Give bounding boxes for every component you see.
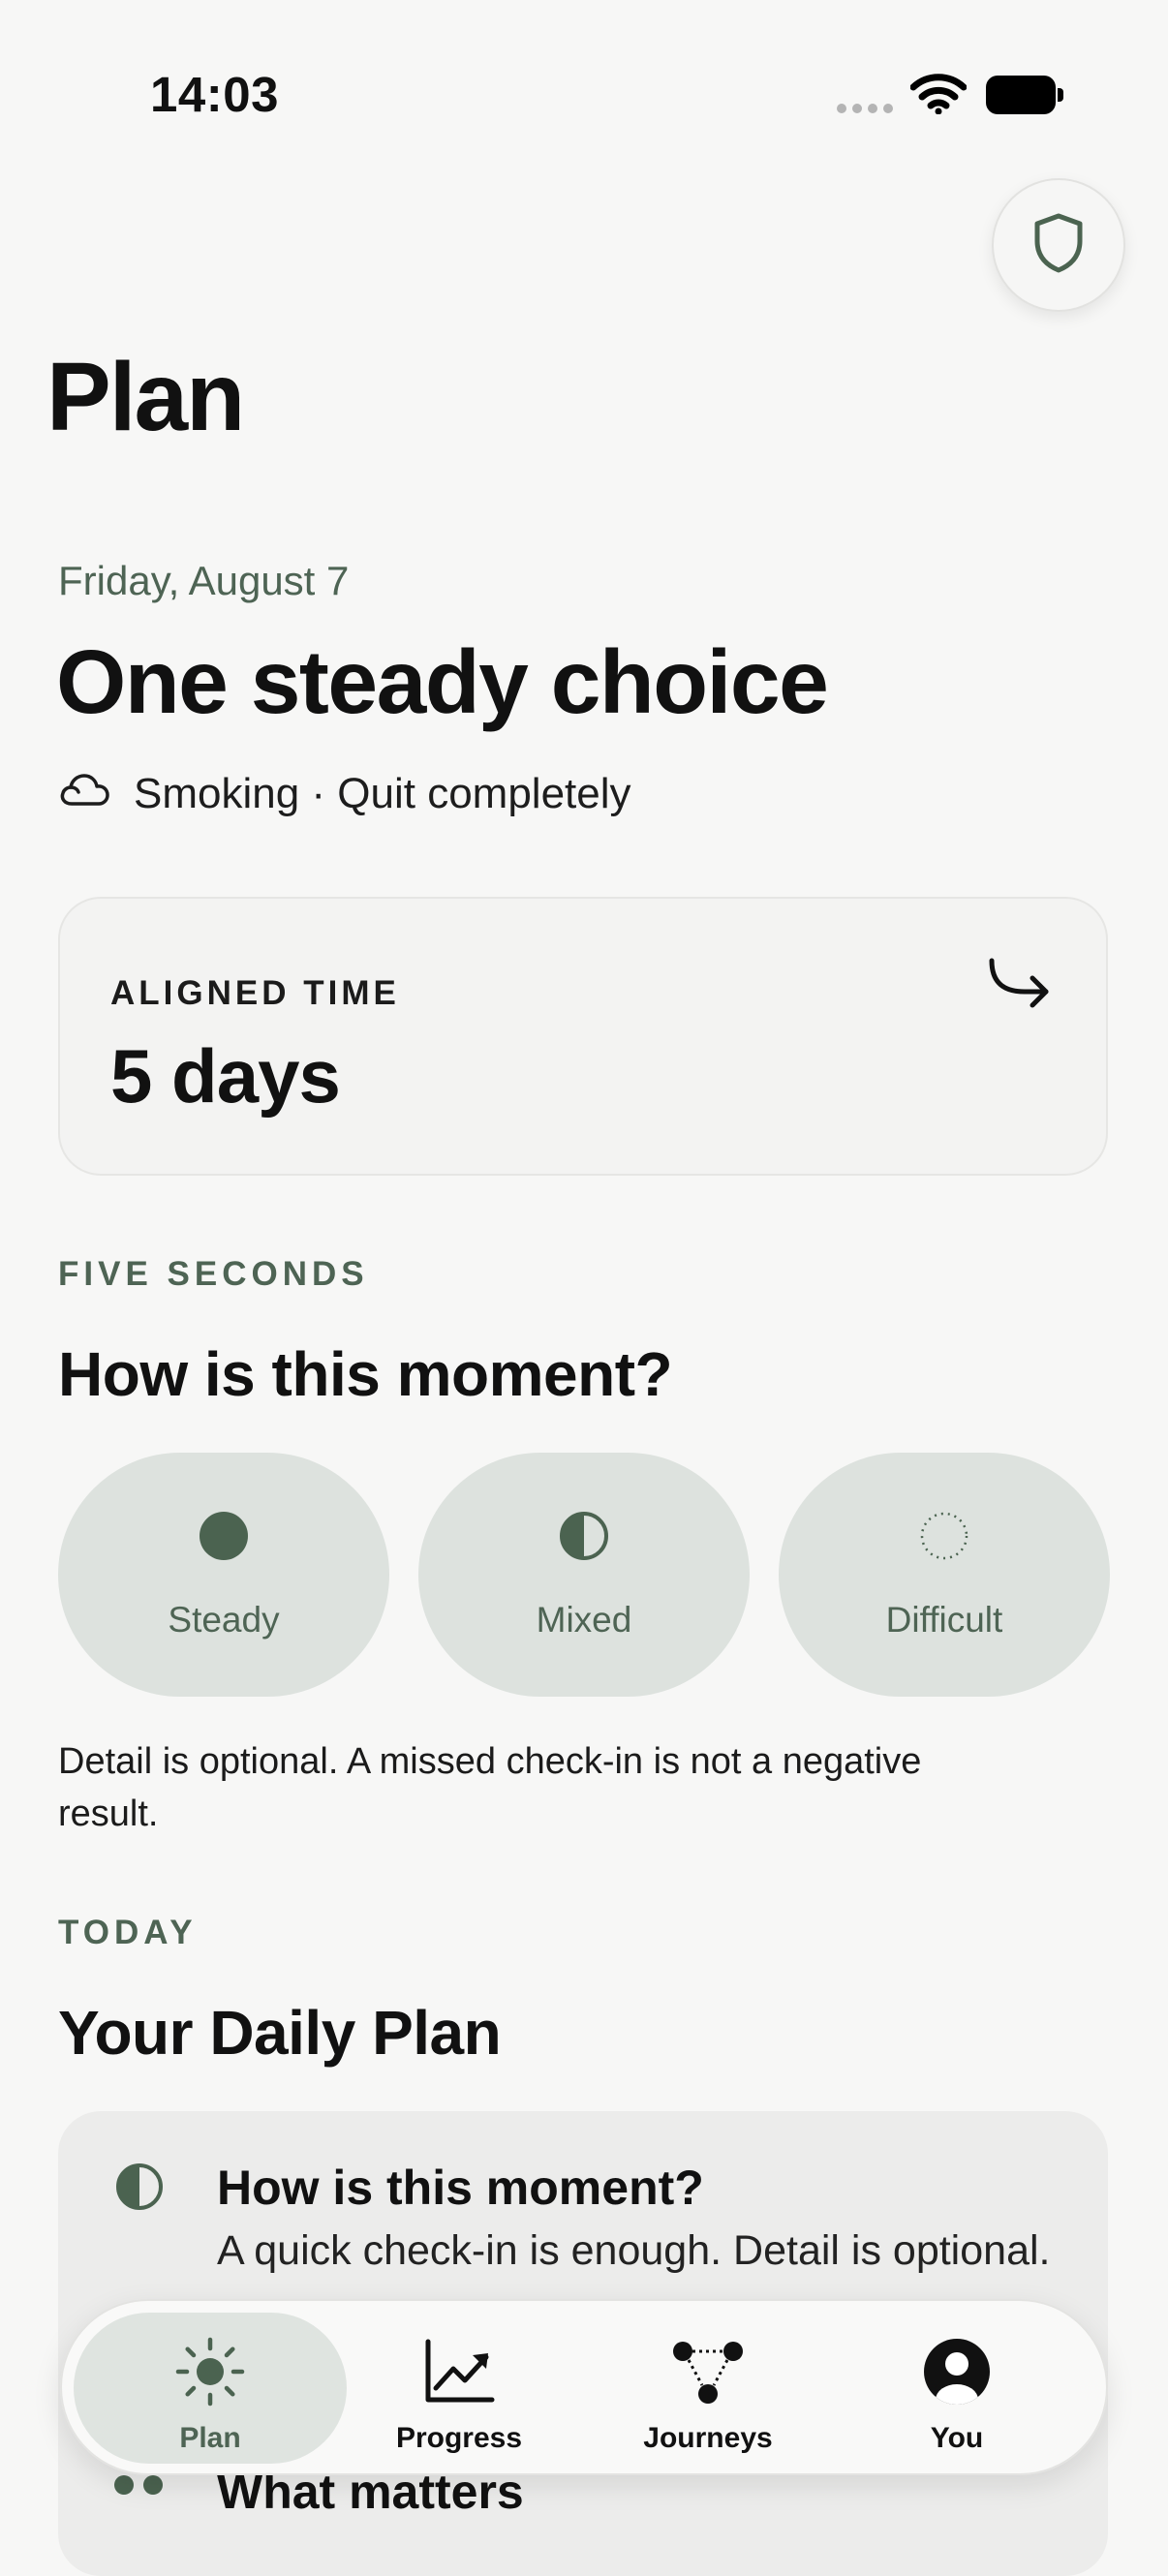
checkin-note: Detail is optional. A missed check-in is… <box>58 1741 922 1834</box>
plan-item-title: How is this moment? <box>217 2161 704 2215</box>
half-circle-icon <box>558 1510 610 1567</box>
shield-icon <box>1031 212 1086 279</box>
tab-progress[interactable]: Progress <box>353 2336 566 2455</box>
aligned-time-value: 5 days <box>110 1033 341 1119</box>
tab-plan-label: Plan <box>179 2422 241 2454</box>
tab-you[interactable]: You <box>850 2336 1063 2455</box>
today-section-label: TODAY <box>58 1914 198 1951</box>
filled-circle-icon <box>198 1510 250 1567</box>
mood-difficult-label: Difficult <box>885 1599 1003 1640</box>
tab-you-label: You <box>930 2422 984 2454</box>
tab-progress-label: Progress <box>395 2422 523 2454</box>
tab-journeys-label: Journeys <box>643 2422 773 2454</box>
aligned-time-label: ALIGNED TIME <box>110 974 400 1012</box>
mood-steady-button[interactable]: Steady <box>58 1453 389 1697</box>
chart-icon <box>422 2336 496 2412</box>
checkin-heading: How is this moment? <box>58 1339 673 1409</box>
mood-mixed-button[interactable]: Mixed <box>418 1453 750 1697</box>
tab-plan[interactable]: Plan <box>104 2336 317 2455</box>
today-date: Friday, August 7 <box>58 558 350 603</box>
dotted-circle-icon <box>918 1510 970 1567</box>
shield-button[interactable] <box>992 178 1125 312</box>
person-icon <box>921 2336 993 2412</box>
plan-item-subtitle: A quick check-in is enough. Detail is op… <box>217 2227 1051 2274</box>
habit-label: Smoking · Quit completely <box>134 770 631 817</box>
mood-steady-label: Steady <box>168 1599 280 1640</box>
half-circle-icon <box>114 2162 165 2217</box>
tab-journeys[interactable]: Journeys <box>601 2336 815 2455</box>
status-time: 14:03 <box>150 67 279 122</box>
wifi-icon <box>909 74 968 119</box>
journeys-icon <box>669 2336 747 2412</box>
mood-mixed-label: Mixed <box>536 1599 632 1640</box>
cloud-icon <box>58 770 110 818</box>
mood-difficult-button[interactable]: Difficult <box>779 1453 1110 1697</box>
cellular-signal-icon <box>837 104 893 113</box>
sun-icon <box>174 2336 246 2412</box>
battery-icon <box>986 76 1063 114</box>
habit-row: Smoking · Quit completely <box>58 770 631 818</box>
checkin-section-label: FIVE SECONDS <box>58 1255 369 1293</box>
page-title: Plan <box>46 343 245 451</box>
share-arrow-icon[interactable] <box>986 951 1054 1014</box>
quote-icon <box>114 2475 163 2495</box>
daily-headline: One steady choice <box>56 631 829 732</box>
daily-plan-heading: Your Daily Plan <box>58 1998 502 2068</box>
